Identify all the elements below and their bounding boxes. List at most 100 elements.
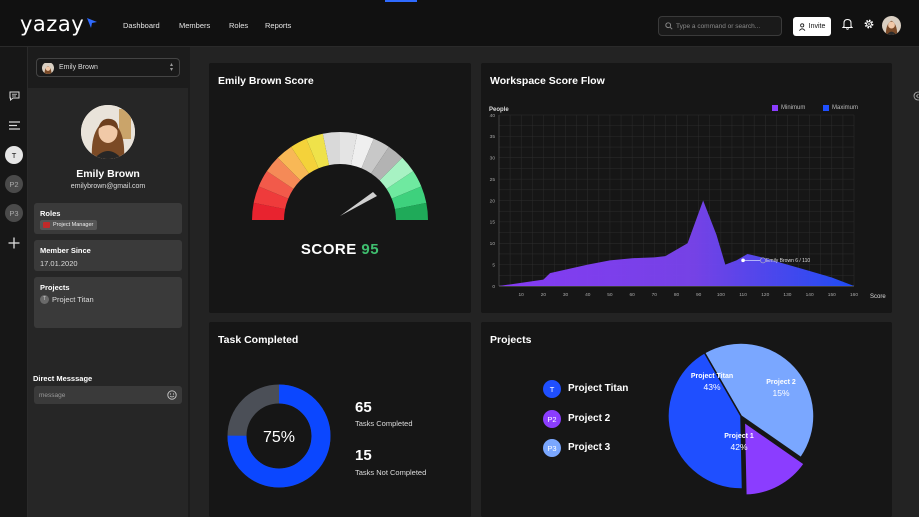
role-color-icon (43, 222, 50, 228)
x-tick-label: 40 (585, 292, 591, 298)
tasks-not-completed-count: 15 (355, 447, 372, 464)
plus-icon[interactable] (8, 237, 20, 249)
nav-reports[interactable]: Reports (265, 21, 291, 30)
logo-arrow-icon (87, 18, 97, 28)
roles-label: Roles (40, 209, 61, 218)
list-icon[interactable] (9, 121, 20, 130)
donut-percent: 75% (263, 429, 295, 446)
emoji-icon[interactable] (167, 390, 177, 400)
gauge-needle (340, 192, 377, 216)
rail-project-p2[interactable]: P2 (5, 175, 23, 193)
pie-slice-percent: 43% (703, 382, 720, 392)
y-tick-label: 15 (490, 220, 496, 226)
profile-avatar (81, 105, 135, 159)
x-tick-label: 20 (541, 292, 547, 298)
y-tick-label: 25 (490, 177, 496, 183)
app-logo[interactable]: yazay (20, 12, 84, 36)
user-select-dropdown[interactable]: Emily Brown ▴ ▾ (36, 58, 180, 77)
add-user-icon (798, 22, 805, 31)
x-tick-label: 120 (761, 292, 769, 298)
x-tick-label: 70 (652, 292, 658, 298)
tasks-completed-label: Tasks Completed (355, 419, 413, 428)
y-axis-title: People (489, 107, 509, 113)
highlight-tooltip: Emily Brown 6 / 110 (766, 258, 810, 264)
gear-icon[interactable] (863, 18, 875, 30)
x-tick-label: 80 (674, 292, 680, 298)
y-tick-label: 5 (492, 262, 495, 268)
highlight-point[interactable] (741, 258, 745, 263)
nav-dashboard[interactable]: Dashboard (123, 21, 160, 30)
tasks-not-completed-label: Tasks Not Completed (355, 468, 427, 477)
rail-project-p3[interactable]: P3 (5, 204, 23, 222)
member-since-box: Member Since 17.01.2020 (34, 240, 182, 271)
top-accent-line (385, 0, 417, 2)
x-tick-label: 60 (629, 292, 635, 298)
collapse-chevron-icon[interactable] (911, 91, 919, 101)
x-tick-label: 140 (806, 292, 814, 298)
pie-slice-name: Project 1 (724, 433, 754, 440)
score-value: 95 (361, 241, 380, 258)
score-card: Emily Brown Score SCORE 95 (209, 63, 471, 313)
profile-project-item[interactable]: T Project Titan (40, 295, 94, 304)
x-tick-label: 130 (783, 292, 791, 298)
updown-caret-icon: ▴ ▾ (169, 62, 173, 73)
selected-user-avatar (42, 62, 54, 74)
pie-slice-name: Project Titan (691, 373, 733, 380)
x-tick-label: 110 (739, 292, 747, 298)
left-rail: T P2 P3 (0, 47, 28, 517)
score-readout: SCORE 95 (209, 241, 471, 258)
x-tick-label: 90 (696, 292, 702, 298)
tasks-completed-count: 65 (355, 399, 372, 416)
score-flow-card: Workspace Score Flow Minimum Maximum Peo… (481, 63, 892, 313)
x-tick-label: 100 (717, 292, 725, 298)
projects-label: Projects (40, 283, 70, 292)
dashboard-main: Emily Brown Score SCORE 95 Workspace Sco… (190, 47, 919, 517)
role-badge: Project Manager (40, 220, 98, 230)
profile-project-name: Project Titan (52, 295, 94, 304)
x-axis-title: Score (870, 294, 886, 300)
x-tick-label: 10 (519, 292, 525, 298)
y-tick-label: 20 (490, 198, 496, 204)
y-tick-label: 0 (492, 284, 495, 290)
rail-project-t[interactable]: T (5, 146, 23, 164)
invite-label: Invite (808, 23, 826, 30)
score-gauge (252, 132, 428, 220)
user-avatar[interactable] (882, 16, 901, 35)
nav-members[interactable]: Members (179, 21, 210, 30)
command-search[interactable] (658, 16, 782, 36)
x-tick-label: 50 (607, 292, 613, 298)
y-tick-label: 35 (490, 134, 496, 140)
tasks-donut: 75% (227, 384, 331, 488)
profile-card: Emily Brown emilybrown@gmail.com Roles P… (28, 88, 188, 517)
avatar-photo-icon (81, 105, 135, 159)
chat-icon[interactable] (9, 91, 20, 101)
avatar-photo-icon (42, 63, 54, 74)
member-since-label: Member Since (40, 246, 91, 255)
x-tick-label: 160 (850, 292, 858, 298)
search-input[interactable] (676, 20, 780, 33)
profile-name: Emily Brown (76, 168, 140, 180)
profile-email: emilybrown@gmail.com (70, 183, 146, 190)
direct-message-box[interactable] (34, 386, 182, 404)
direct-message-label: Direct Messsage (33, 374, 93, 383)
selected-user-name: Emily Brown (59, 64, 98, 71)
role-name: Project Manager (53, 222, 94, 228)
projects-card: Projects T Project Titan P2 Project 2 P3… (481, 322, 892, 517)
bell-icon[interactable] (842, 18, 853, 30)
tasks-card: Task Completed 75% 65 Tasks Completed 15… (209, 322, 471, 517)
project-initial-badge: T (40, 295, 49, 304)
x-tick-label: 30 (563, 292, 569, 298)
top-bar: yazay Dashboard Members Roles Reports In… (0, 0, 919, 47)
nav-roles[interactable]: Roles (229, 21, 248, 30)
search-icon (665, 22, 673, 30)
pie-slice-name: Project 2 (766, 379, 796, 386)
x-tick-label: 150 (828, 292, 836, 298)
avatar-photo-icon (882, 16, 901, 35)
roles-box: Roles Project Manager (34, 203, 182, 234)
pie-slice-percent: 15% (772, 388, 789, 398)
message-input[interactable] (39, 389, 159, 401)
y-tick-label: 10 (490, 241, 496, 247)
y-tick-label: 40 (490, 113, 496, 119)
projects-box: Projects T Project Titan (34, 277, 182, 328)
invite-button[interactable]: Invite (793, 17, 831, 36)
